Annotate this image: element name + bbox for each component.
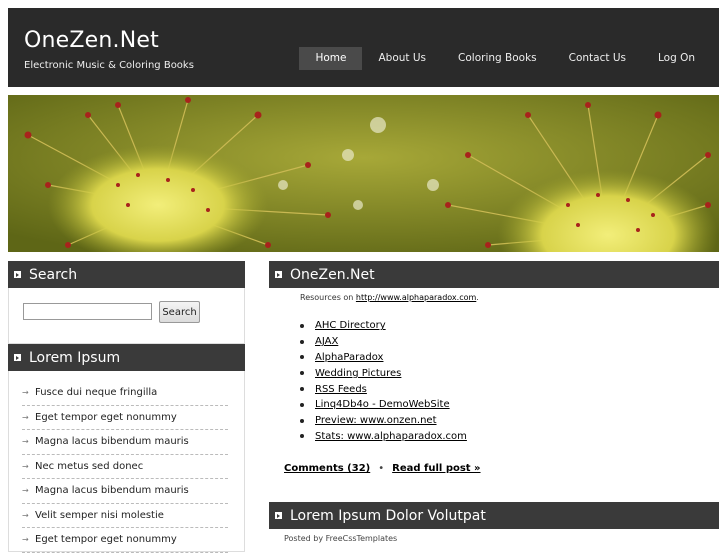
bullet-icon bbox=[300, 402, 304, 407]
list-item[interactable]: → Fusce dui neque fringilla bbox=[22, 381, 228, 406]
list-item: AHC Directory bbox=[300, 318, 467, 334]
arrow-right-icon: → bbox=[22, 461, 29, 471]
nav-coloring-books[interactable]: Coloring Books bbox=[442, 47, 553, 70]
list-item[interactable]: → Magna lacus bibendum mauris bbox=[22, 430, 228, 455]
post-link[interactable]: AHC Directory bbox=[315, 320, 386, 331]
bullet-arrow-icon bbox=[275, 271, 282, 278]
list-item[interactable]: → Velit semper nisi molestie bbox=[22, 504, 228, 528]
list-item: Wedding Pictures bbox=[300, 365, 467, 381]
read-more-link[interactable]: Read full post » bbox=[392, 463, 480, 474]
bullet-icon bbox=[300, 339, 304, 344]
main-nav: Home About Us Coloring Books Contact Us … bbox=[299, 47, 711, 70]
list-item: Preview: www.onzen.net bbox=[300, 413, 467, 429]
arrow-right-icon: → bbox=[22, 486, 29, 496]
nav-about-us[interactable]: About Us bbox=[362, 47, 442, 70]
nav-home[interactable]: Home bbox=[299, 47, 363, 70]
post-link-list: AHC Directory AJAX AlphaParadox Wedding … bbox=[300, 318, 467, 444]
hero-banner-image bbox=[8, 95, 719, 252]
post-meta: Resources on http://www.alphaparadox.com… bbox=[300, 293, 479, 302]
site-title[interactable]: OneZen.Net bbox=[24, 28, 159, 53]
nav-log-on[interactable]: Log On bbox=[642, 47, 711, 70]
post-link[interactable]: Stats: www.alphaparadox.com bbox=[315, 431, 467, 442]
search-heading-label: Search bbox=[29, 266, 78, 283]
bullet-icon bbox=[300, 418, 304, 423]
nav-contact-us[interactable]: Contact Us bbox=[553, 47, 642, 70]
list-item: Linq4Db4o - DemoWebSite bbox=[300, 397, 467, 413]
search-panel-heading: Search bbox=[8, 261, 245, 288]
post-link[interactable]: Linq4Db4o - DemoWebSite bbox=[315, 399, 450, 410]
post-heading: OneZen.Net bbox=[269, 261, 719, 288]
bullet-arrow-icon bbox=[14, 271, 21, 278]
post-link[interactable]: Wedding Pictures bbox=[315, 368, 401, 379]
list-item: AlphaParadox bbox=[300, 350, 467, 366]
bullet-icon bbox=[300, 355, 304, 360]
bullet-arrow-icon bbox=[14, 354, 21, 361]
bullet-icon bbox=[300, 434, 304, 439]
site-header: OneZen.Net Electronic Music & Coloring B… bbox=[8, 8, 719, 87]
arrow-right-icon: → bbox=[22, 412, 29, 422]
search-input[interactable] bbox=[23, 303, 152, 320]
resource-link[interactable]: http://www.alphaparadox.com bbox=[356, 293, 476, 302]
site-subtitle: Electronic Music & Coloring Books bbox=[24, 60, 194, 71]
arrow-right-icon: → bbox=[22, 388, 29, 398]
bullet-icon bbox=[300, 371, 304, 376]
arrow-right-icon: → bbox=[22, 535, 29, 545]
post-link[interactable]: AJAX bbox=[315, 336, 338, 347]
arrow-right-icon: → bbox=[22, 437, 29, 447]
post2-title[interactable]: Lorem Ipsum Dolor Volutpat bbox=[290, 508, 486, 524]
post-link[interactable]: AlphaParadox bbox=[315, 352, 383, 363]
list-item[interactable]: → Eget tempor eget nonummy bbox=[22, 528, 228, 553]
list-item: AJAX bbox=[300, 334, 467, 350]
post-link[interactable]: RSS Feeds bbox=[315, 384, 367, 395]
search-button[interactable]: Search bbox=[159, 301, 200, 323]
list-item[interactable]: → Nec metus sed donec bbox=[22, 455, 228, 479]
lorem-panel-heading: Lorem Ipsum bbox=[8, 344, 245, 371]
post2-heading: Lorem Ipsum Dolor Volutpat bbox=[269, 502, 719, 529]
bullet-icon bbox=[300, 387, 304, 392]
arrow-right-icon: → bbox=[22, 510, 29, 520]
list-item[interactable]: → Magna lacus bibendum mauris bbox=[22, 479, 228, 504]
bullet-arrow-icon bbox=[275, 512, 282, 519]
list-item[interactable]: → Eget tempor eget nonummy bbox=[22, 406, 228, 430]
post-link[interactable]: Preview: www.onzen.net bbox=[315, 415, 437, 426]
post2-meta: Posted by FreeCssTemplates bbox=[284, 534, 398, 543]
bullet-icon bbox=[300, 323, 304, 328]
lorem-heading-label: Lorem Ipsum bbox=[29, 349, 121, 366]
comments-link[interactable]: Comments (32) bbox=[284, 463, 370, 474]
list-item: RSS Feeds bbox=[300, 381, 467, 397]
post-title[interactable]: OneZen.Net bbox=[290, 267, 375, 283]
separator: • bbox=[378, 463, 385, 474]
lorem-link-list: → Fusce dui neque fringilla → Eget tempor … bbox=[22, 381, 228, 553]
post-footer: Comments (32) • Read full post » bbox=[284, 463, 481, 474]
list-item: Stats: www.alphaparadox.com bbox=[300, 429, 467, 445]
